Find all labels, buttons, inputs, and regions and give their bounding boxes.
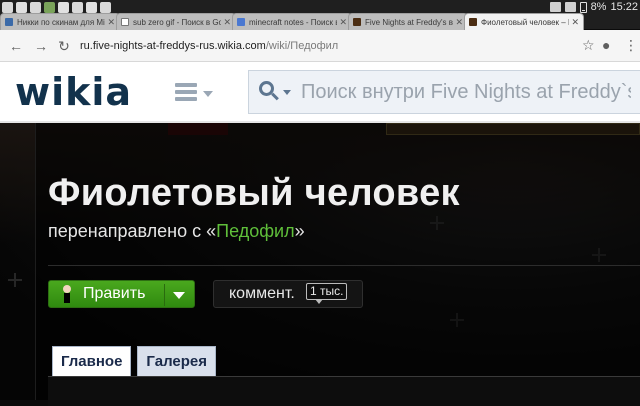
menu-dots-icon[interactable]: ⋮ (624, 37, 638, 54)
google-favicon-icon (237, 18, 245, 26)
star-icon[interactable]: ☆ (582, 37, 595, 54)
notification-icon (58, 2, 69, 13)
fnaf-favicon-icon (469, 18, 477, 26)
close-icon[interactable]: ✕ (571, 17, 579, 28)
redirect-notice: перенаправлено с «Педофил» (48, 221, 305, 242)
battery-level: 8% (590, 1, 607, 13)
hamburger-menu-icon[interactable] (175, 83, 197, 101)
browser-tab-active[interactable]: Фиолетовый человек – Fi ✕ (464, 13, 584, 30)
search-box[interactable] (248, 70, 640, 114)
redirect-link[interactable]: Педофил (216, 221, 294, 241)
site-header: wikia (0, 62, 640, 123)
close-icon[interactable]: ✕ (107, 17, 115, 28)
close-icon[interactable]: ✕ (455, 17, 463, 28)
wikia-logo[interactable]: wikia (15, 70, 132, 114)
url-path: /wiki/Педофил (265, 40, 339, 52)
sync-icon (549, 2, 561, 12)
comments-label: коммент. (229, 285, 295, 302)
fnaf-favicon-icon (353, 18, 361, 26)
notification-icon (2, 2, 13, 13)
sparkle-decoration (8, 273, 22, 287)
button-separator (164, 284, 165, 306)
tab-title: Никки по скинам для Minec (17, 17, 105, 27)
article-tabs: Главное Галерея (52, 346, 217, 376)
notification-icon (86, 2, 97, 13)
microphone-icon[interactable]: ● (602, 37, 610, 53)
notification-icon (30, 2, 41, 13)
notification-icon (72, 2, 83, 13)
system-status: 8% 15:22 (549, 0, 638, 14)
chevron-down-icon[interactable] (203, 91, 213, 97)
reload-icon[interactable]: ↻ (56, 38, 72, 54)
search-input[interactable] (301, 80, 631, 104)
browser-tab[interactable]: minecraft notes - Поиск в G ✕ (232, 13, 352, 30)
browser-tab[interactable]: Five Nights at Freddy's вики ✕ (348, 13, 468, 30)
tab-title: minecraft notes - Поиск в G (249, 17, 337, 27)
battery-icon (579, 1, 587, 13)
browser-tab[interactable]: sub zero gif - Поиск в Google ✕ (116, 13, 236, 30)
doc-favicon-icon (121, 18, 129, 26)
tab-title: Фиолетовый человек – Fi (481, 17, 569, 27)
tab-title: Five Nights at Freddy's вики (365, 17, 453, 27)
forward-arrow-icon[interactable]: → (33, 38, 49, 54)
wifi-icon (564, 2, 576, 12)
close-icon[interactable]: ✕ (223, 17, 231, 28)
notification-icon (44, 2, 55, 13)
comment-count-badge[interactable]: 1 тыс. (306, 283, 348, 304)
tab-gallery[interactable]: Галерея (137, 346, 217, 376)
url-field[interactable]: ru.five-nights-at-freddys-rus.wikia.com/… (80, 40, 338, 52)
edit-button[interactable]: Править (48, 280, 195, 308)
user-avatar-icon (61, 285, 73, 303)
notification-icon (16, 2, 27, 13)
edit-button-label: Править (83, 285, 146, 302)
title-divider (48, 265, 640, 266)
back-arrow-icon[interactable]: ← (8, 38, 24, 54)
tab-panel (48, 376, 640, 406)
notification-icon (100, 2, 111, 13)
close-icon[interactable]: ✕ (339, 17, 347, 28)
address-bar-row: ← → ↻ ru.five-nights-at-freddys-rus.wiki… (0, 30, 640, 62)
redirect-prefix: перенаправлено с « (48, 221, 217, 241)
redirect-suffix: » (294, 221, 305, 241)
browser-chrome-top: 8% 15:22 Никки по скинам для Minec ✕ sub… (0, 0, 640, 30)
url-host: ru.five-nights-at-freddys-rus.wikia.com (80, 40, 266, 52)
doc-favicon-icon (5, 18, 13, 26)
tab-strip: Никки по скинам для Minec ✕ sub zero gif… (0, 13, 640, 30)
tab-main[interactable]: Главное (52, 346, 132, 376)
page-title: Фиолетовый человек (48, 172, 460, 214)
browser-tab[interactable]: Никки по скинам для Minec ✕ (0, 13, 120, 30)
chevron-down-icon[interactable] (283, 89, 291, 95)
search-icon[interactable] (259, 81, 281, 103)
tab-title: sub zero gif - Поиск в Google (133, 17, 221, 27)
chevron-down-icon[interactable] (173, 292, 185, 299)
clock: 15:22 (610, 1, 638, 13)
